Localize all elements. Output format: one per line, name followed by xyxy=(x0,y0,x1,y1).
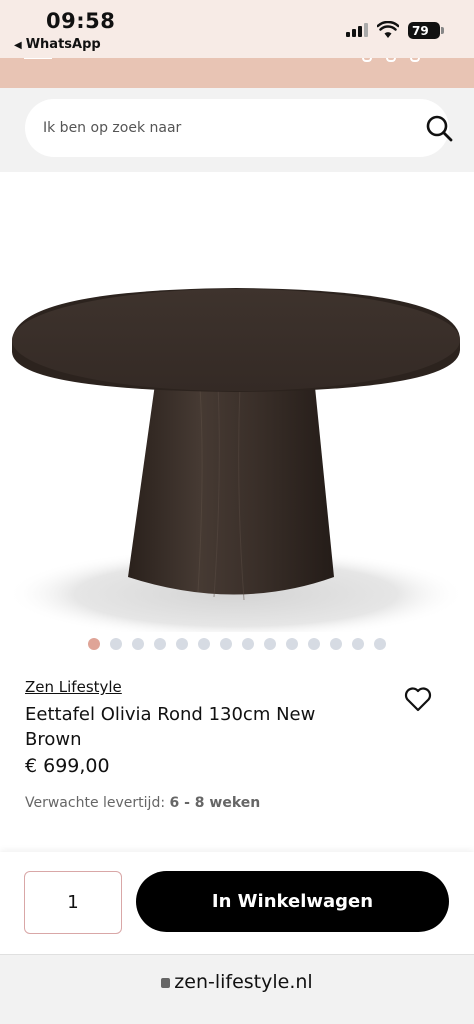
search-icon[interactable] xyxy=(425,114,453,142)
search-input[interactable] xyxy=(43,99,403,157)
add-to-cart-button[interactable]: In Winkelwagen xyxy=(136,871,449,932)
carousel-dot[interactable] xyxy=(176,638,188,650)
carousel-dot[interactable] xyxy=(330,638,342,650)
wishlist-icon[interactable] xyxy=(386,58,396,62)
battery-icon: 79 xyxy=(408,22,440,39)
cart-icon[interactable] xyxy=(410,58,420,62)
carousel-dot[interactable] xyxy=(220,638,232,650)
carousel-dot[interactable] xyxy=(132,638,144,650)
wifi-icon xyxy=(377,21,399,38)
url-text: zen-lifestyle.nl xyxy=(174,971,313,993)
carousel-dot[interactable] xyxy=(154,638,166,650)
heart-icon[interactable] xyxy=(404,686,432,712)
brand-link[interactable]: Zen Lifestyle xyxy=(25,678,122,696)
site-header xyxy=(0,58,474,88)
delivery-time: Verwachte levertijd: 6 - 8 weken xyxy=(25,795,260,811)
carousel-dot[interactable] xyxy=(242,638,254,650)
carousel-dot[interactable] xyxy=(286,638,298,650)
product-image[interactable] xyxy=(0,172,474,640)
back-arrow-icon: ◀ xyxy=(14,40,22,51)
signal-icon xyxy=(346,23,368,37)
carousel-dot[interactable] xyxy=(88,638,100,650)
carousel-dot[interactable] xyxy=(374,638,386,650)
search-box xyxy=(25,99,453,157)
battery-tip xyxy=(441,27,444,34)
carousel-dot[interactable] xyxy=(264,638,276,650)
search-area xyxy=(0,88,474,172)
delivery-label: Verwachte levertijd: xyxy=(25,795,166,811)
status-bar: 09:58 ◀ WhatsApp 79 xyxy=(0,0,474,58)
account-icon[interactable] xyxy=(362,58,372,62)
carousel-dot[interactable] xyxy=(308,638,320,650)
url-display[interactable]: zen-lifestyle.nl xyxy=(0,971,474,993)
carousel-dot[interactable] xyxy=(352,638,364,650)
product-title: Eettafel Olivia Rond 130cm New Brown xyxy=(25,704,316,750)
add-to-cart-bar: 1 In Winkelwagen xyxy=(0,852,474,954)
battery-level: 79 xyxy=(412,23,429,38)
dining-table-image xyxy=(6,288,466,640)
browser-address-bar[interactable]: zen-lifestyle.nl xyxy=(0,954,474,1024)
product-price: € 699,00 xyxy=(25,755,110,777)
product-info: Zen Lifestyle Eettafel Olivia Rond 130cm… xyxy=(0,656,474,852)
clock: 09:58 xyxy=(46,9,116,33)
carousel-dots xyxy=(0,632,474,656)
delivery-value: 6 - 8 weken xyxy=(169,795,261,811)
menu-icon[interactable] xyxy=(24,58,52,59)
carousel-dot[interactable] xyxy=(198,638,210,650)
carousel-dot[interactable] xyxy=(110,638,122,650)
back-app-label: WhatsApp xyxy=(25,37,101,52)
quantity-field[interactable]: 1 xyxy=(24,871,122,934)
back-to-app-link[interactable]: ◀ WhatsApp xyxy=(14,37,101,52)
header-icons xyxy=(362,58,420,62)
lock-icon xyxy=(161,978,171,988)
